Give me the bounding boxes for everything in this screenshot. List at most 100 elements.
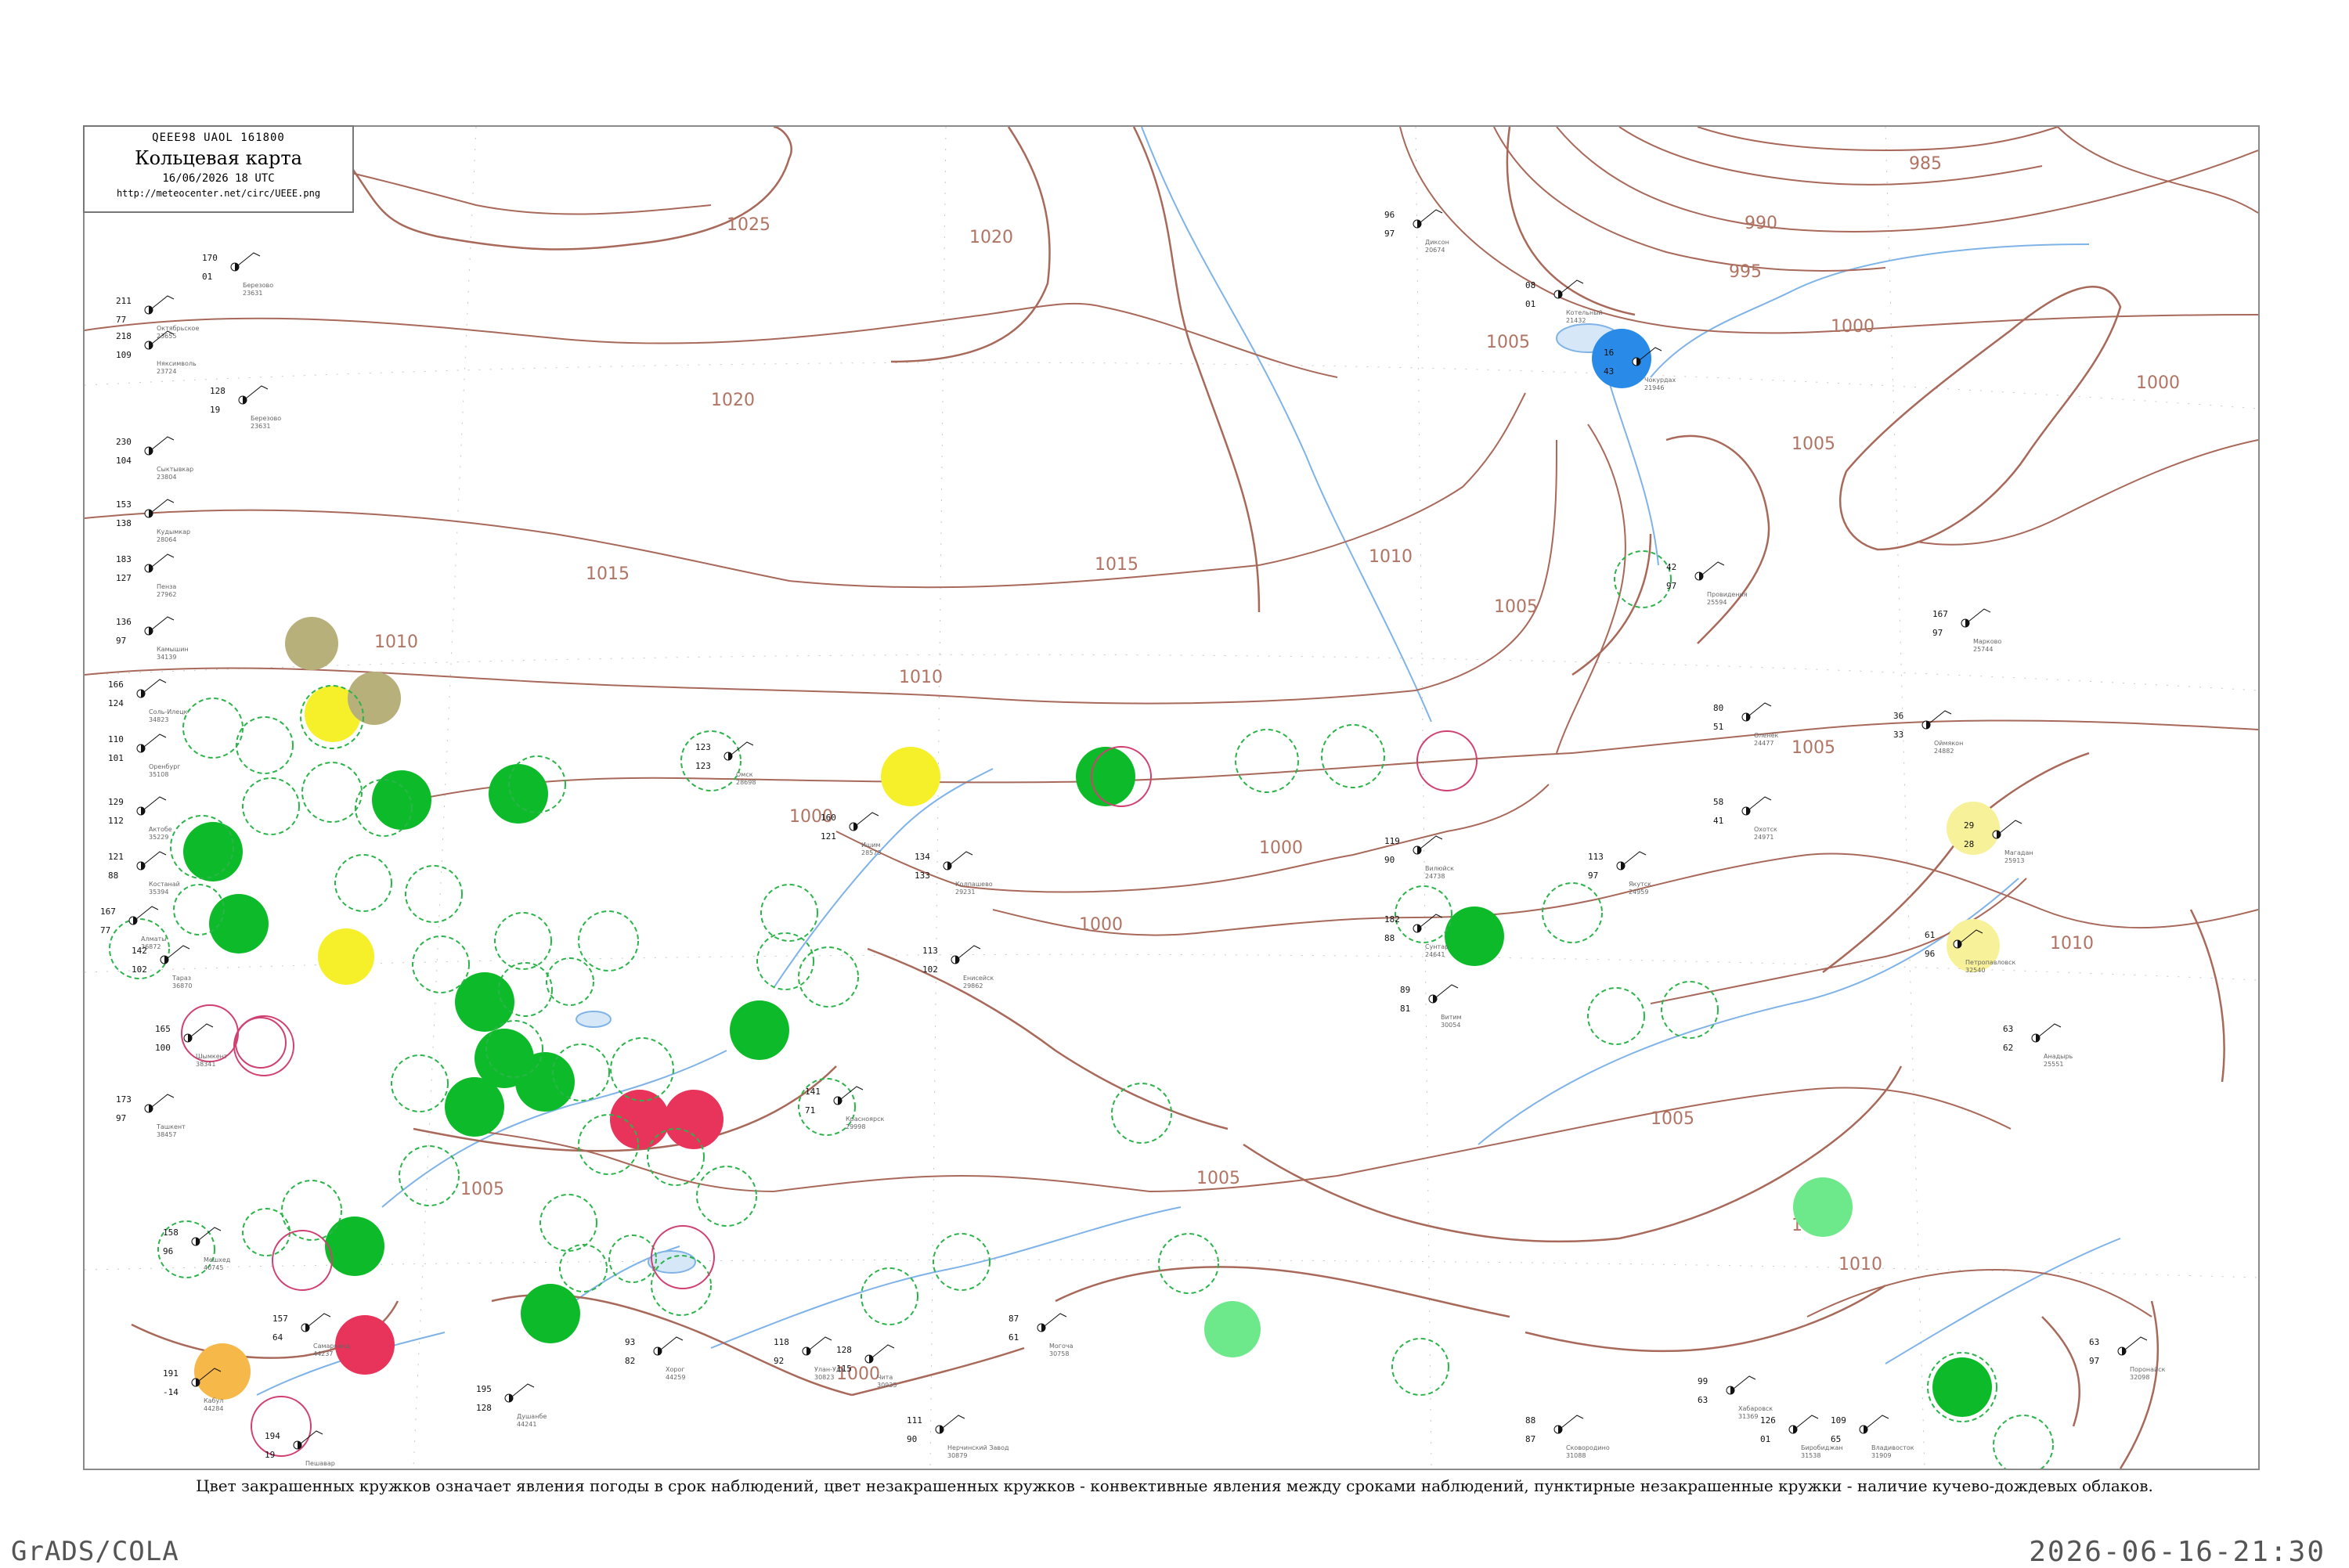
station-plot[interactable]: 63 62 Анадырь25551 [2003, 1023, 2073, 1068]
station-name: Сыктывкар [157, 466, 193, 473]
station-name: Тараз [171, 975, 191, 982]
station-plot[interactable]: 80 51 Оленёк24477 [1713, 702, 1778, 747]
cloud-cover-symbol [940, 1426, 944, 1433]
cloud-cover-symbol [1621, 862, 1625, 870]
cloud-cover-symbol [1746, 807, 1750, 815]
station-plot[interactable]: 109 65 Владивосток31909 [1831, 1415, 1914, 1459]
cloud-cover-symbol [149, 564, 153, 572]
station-plot[interactable]: 167 97 Марково25744 [1932, 608, 2001, 653]
station-plot[interactable]: 166 124 Соль-Илецк34823 [108, 679, 188, 723]
station-value-bottom: 28 [1964, 839, 1974, 849]
weather-circles-filled [183, 329, 2000, 1417]
station-value-top: 134 [915, 852, 930, 862]
isobar-label: 1005 [1486, 333, 1530, 352]
cloud-cover-symbol [149, 510, 153, 517]
station-plot[interactable]: 158 96 Мешхед40745 [163, 1227, 231, 1271]
station-value-top: 173 [116, 1094, 132, 1105]
station-plot[interactable]: 136 97 Камышин34139 [116, 616, 189, 661]
station-plot[interactable]: 96 97 Диксон20674 [1384, 209, 1449, 254]
station-value-bottom: 112 [108, 816, 124, 826]
station-name: Могоча [1049, 1343, 1073, 1350]
station-index: 35229 [149, 834, 168, 841]
cloud-cover-symbol [149, 627, 153, 635]
station-plot[interactable]: 141 71 Красноярск29998 [805, 1086, 884, 1130]
station-circle-green [445, 1077, 504, 1137]
station-plot[interactable]: 113 102 Енисейск29862 [922, 945, 994, 989]
station-plot[interactable]: 111 90 Нерчинский Завод30879 [907, 1415, 1009, 1459]
station-value-bottom: 133 [915, 871, 930, 881]
station-name: Мешхед [204, 1256, 231, 1263]
station-value-bottom: 101 [108, 753, 124, 763]
station-plot[interactable]: 88 87 Сковородино31088 [1525, 1415, 1610, 1459]
station-value-bottom: 19 [210, 405, 220, 415]
station-name: Оймякон [1934, 740, 1963, 747]
isobar-labels: 1025 1020 1020 1015 1015 1010 1010 1010 … [374, 154, 2180, 1384]
station-name: Соль-Илецк [149, 708, 188, 716]
cloud-cover-symbol [1965, 619, 1969, 627]
station-plot[interactable]: 121 88 Костанай35394 [108, 851, 180, 896]
station-plot[interactable]: 230 104 Сыктывкар23804 [116, 436, 193, 481]
station-index: 25744 [1973, 646, 1993, 653]
station-plot[interactable]: 36 33 Оймякон24882 [1893, 710, 1963, 755]
station-value-bottom: 100 [155, 1043, 171, 1053]
station-circle-green [515, 1052, 575, 1112]
station-plot[interactable]: 99 63 Хабаровск31369 [1698, 1375, 1773, 1420]
station-value-bottom: 96 [163, 1246, 173, 1256]
isobar-label: 1005 [1196, 1169, 1240, 1188]
station-name: Душанбе [517, 1413, 547, 1420]
isobar-label: 995 [1729, 262, 1762, 282]
isobar-label: 1015 [1095, 555, 1138, 575]
station-plot[interactable]: 129 112 Актобе35229 [108, 796, 172, 841]
wind-barb [151, 553, 175, 568]
isobar-label: 1010 [2050, 934, 2094, 953]
station-value-bottom: 64 [272, 1332, 283, 1343]
wind-barb [1044, 1313, 1067, 1327]
station-plot[interactable]: 110 101 Оренбург35108 [108, 734, 180, 778]
station-value-bottom: 41 [1713, 816, 1723, 826]
station-value-top: 96 [1384, 210, 1395, 220]
station-plot[interactable]: 58 41 Охотск24971 [1713, 796, 1777, 841]
cloud-cover-symbol [1041, 1324, 1045, 1332]
station-name: Сунтар [1425, 943, 1449, 950]
station-plot[interactable]: 63 97 Поронайск32098 [2089, 1336, 2166, 1381]
station-index: 24882 [1934, 748, 1954, 755]
station-plot[interactable]: 142 102 Тараз36870 [132, 945, 192, 989]
station-plot[interactable]: 113 97 Якутск24959 [1588, 851, 1651, 896]
station-plot[interactable]: 42 97 Провидения25594 [1666, 561, 1748, 606]
station-index: 24477 [1754, 740, 1773, 747]
wind-barb [1561, 1415, 1584, 1429]
station-name: Ташкент [156, 1123, 186, 1130]
wind-barb [151, 499, 175, 513]
station-circle-orange [194, 1343, 251, 1400]
station-plot[interactable]: 119 90 Вилюйск24738 [1384, 835, 1454, 880]
station-plot[interactable]: 173 97 Ташкент38457 [116, 1094, 186, 1138]
station-plot[interactable]: 128 19 Березово23631 [210, 385, 281, 430]
station-index: 28573 [861, 849, 881, 856]
map-url[interactable]: http://meteocenter.net/circ/UEEE.png [85, 188, 352, 199]
station-plot[interactable]: 195 128 Душанбе44241 [476, 1383, 547, 1428]
station-value-bottom: 96 [1925, 949, 1935, 959]
station-plot[interactable]: 160 121 Ишим28573 [821, 812, 881, 856]
synoptic-map[interactable]: 1025 1020 1020 1015 1015 1010 1010 1010 … [85, 127, 2258, 1469]
wind-barb [245, 385, 269, 399]
wind-barb [660, 1336, 684, 1350]
station-plot[interactable]: 08 01 Котельный21432 [1525, 279, 1603, 324]
station-value-bottom: 97 [1588, 871, 1598, 881]
station-index: 25594 [1707, 599, 1727, 606]
station-index: 32098 [2130, 1374, 2149, 1381]
station-index: 23631 [243, 290, 262, 297]
station-plot[interactable]: 182 88 Сунтар24641 [1384, 914, 1449, 958]
wind-barb [1866, 1415, 1889, 1429]
station-plot[interactable]: 153 138 Кудымкар28064 [116, 499, 190, 543]
station-plot[interactable]: 11892Улан-Удэ30823 [774, 1336, 844, 1381]
isobar-label: 1005 [1651, 1109, 1694, 1129]
station-plot[interactable]: 89 81 Витим30054 [1400, 984, 1462, 1029]
station-plot[interactable]: 170 01 Березово23631 [202, 252, 273, 297]
station-value-top: 194 [265, 1431, 280, 1441]
station-index: 24738 [1425, 873, 1445, 880]
station-value-top: 128 [210, 386, 226, 396]
station-plot[interactable]: 93 82 Хорог44259 [625, 1336, 685, 1381]
station-plot[interactable]: 183 127 Пенза27962 [116, 553, 176, 598]
station-value-top: 113 [1588, 852, 1604, 862]
station-value-bottom: 51 [1713, 722, 1723, 732]
